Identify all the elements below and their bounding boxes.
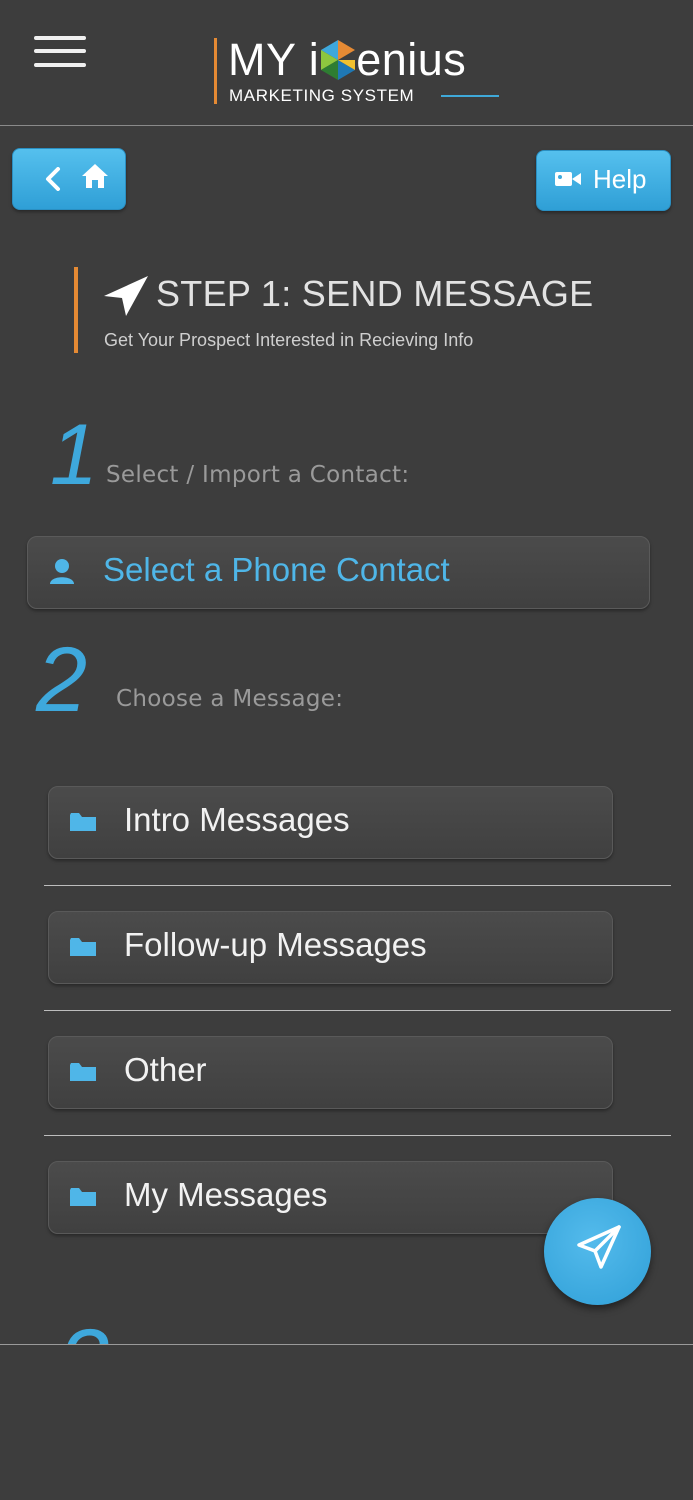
step-subtitle: Get Your Prospect Interested in Recievin… [104, 330, 474, 350]
logo-wordmark: MY i enius [228, 34, 466, 86]
select-phone-contact-label: Select a Phone Contact [103, 551, 450, 588]
category-label: Intro Messages [124, 801, 350, 838]
category-other[interactable]: Other [48, 1036, 613, 1109]
step-accent-bar [74, 267, 78, 353]
list-divider [44, 885, 671, 886]
list-divider [44, 1135, 671, 1136]
back-home-button[interactable] [12, 148, 126, 210]
section-number-3: 3 [58, 1312, 109, 1344]
section-label-message: Choose a Message: [116, 686, 344, 712]
folder-icon [70, 938, 96, 956]
category-follow-up-messages[interactable]: Follow-up Messages [48, 911, 613, 984]
logo-underline [441, 95, 499, 97]
help-button-label: Help [593, 164, 647, 194]
folder-icon [70, 1063, 96, 1081]
help-button[interactable]: Help [536, 150, 671, 211]
folder-icon [70, 1188, 96, 1206]
select-phone-contact-button[interactable]: Select a Phone Contact [27, 536, 650, 609]
folder-icon [70, 813, 96, 831]
send-message-fab[interactable] [544, 1198, 651, 1305]
bottom-empty-area [0, 1345, 693, 1500]
section-number-1: 1 [50, 407, 98, 503]
logo-wordmark-prefix: MY i [228, 34, 320, 85]
hamburger-menu-icon[interactable] [34, 34, 88, 70]
step-title: STEP 1: SEND MESSAGE [156, 273, 594, 314]
section-number-2: 2 [36, 629, 88, 731]
paper-plane-icon [577, 1225, 621, 1269]
app-logo: MY i enius MARKETING SYSTEM [214, 34, 514, 106]
user-icon [50, 559, 74, 584]
logo-accent-bar [214, 38, 217, 104]
logo-wordmark-suffix: enius [356, 34, 467, 85]
video-camera-icon [555, 172, 581, 186]
chevron-left-icon [46, 167, 60, 191]
category-my-messages[interactable]: My Messages [48, 1161, 613, 1234]
list-divider [44, 1010, 671, 1011]
category-label: Other [124, 1051, 207, 1088]
home-icon [82, 164, 108, 188]
category-intro-messages[interactable]: Intro Messages [48, 786, 613, 859]
category-label: My Messages [124, 1176, 328, 1213]
location-arrow-icon [104, 276, 148, 316]
app-header: MY i enius MARKETING SYSTEM [0, 0, 693, 126]
app-screen: MY i enius MARKETING SYSTEM Help STEP 1:… [0, 0, 693, 1500]
logo-g-mark-icon [321, 40, 356, 80]
category-label: Follow-up Messages [124, 926, 427, 963]
section-label-contact: Select / Import a Contact: [106, 462, 410, 488]
logo-subtitle: MARKETING SYSTEM [229, 86, 415, 105]
